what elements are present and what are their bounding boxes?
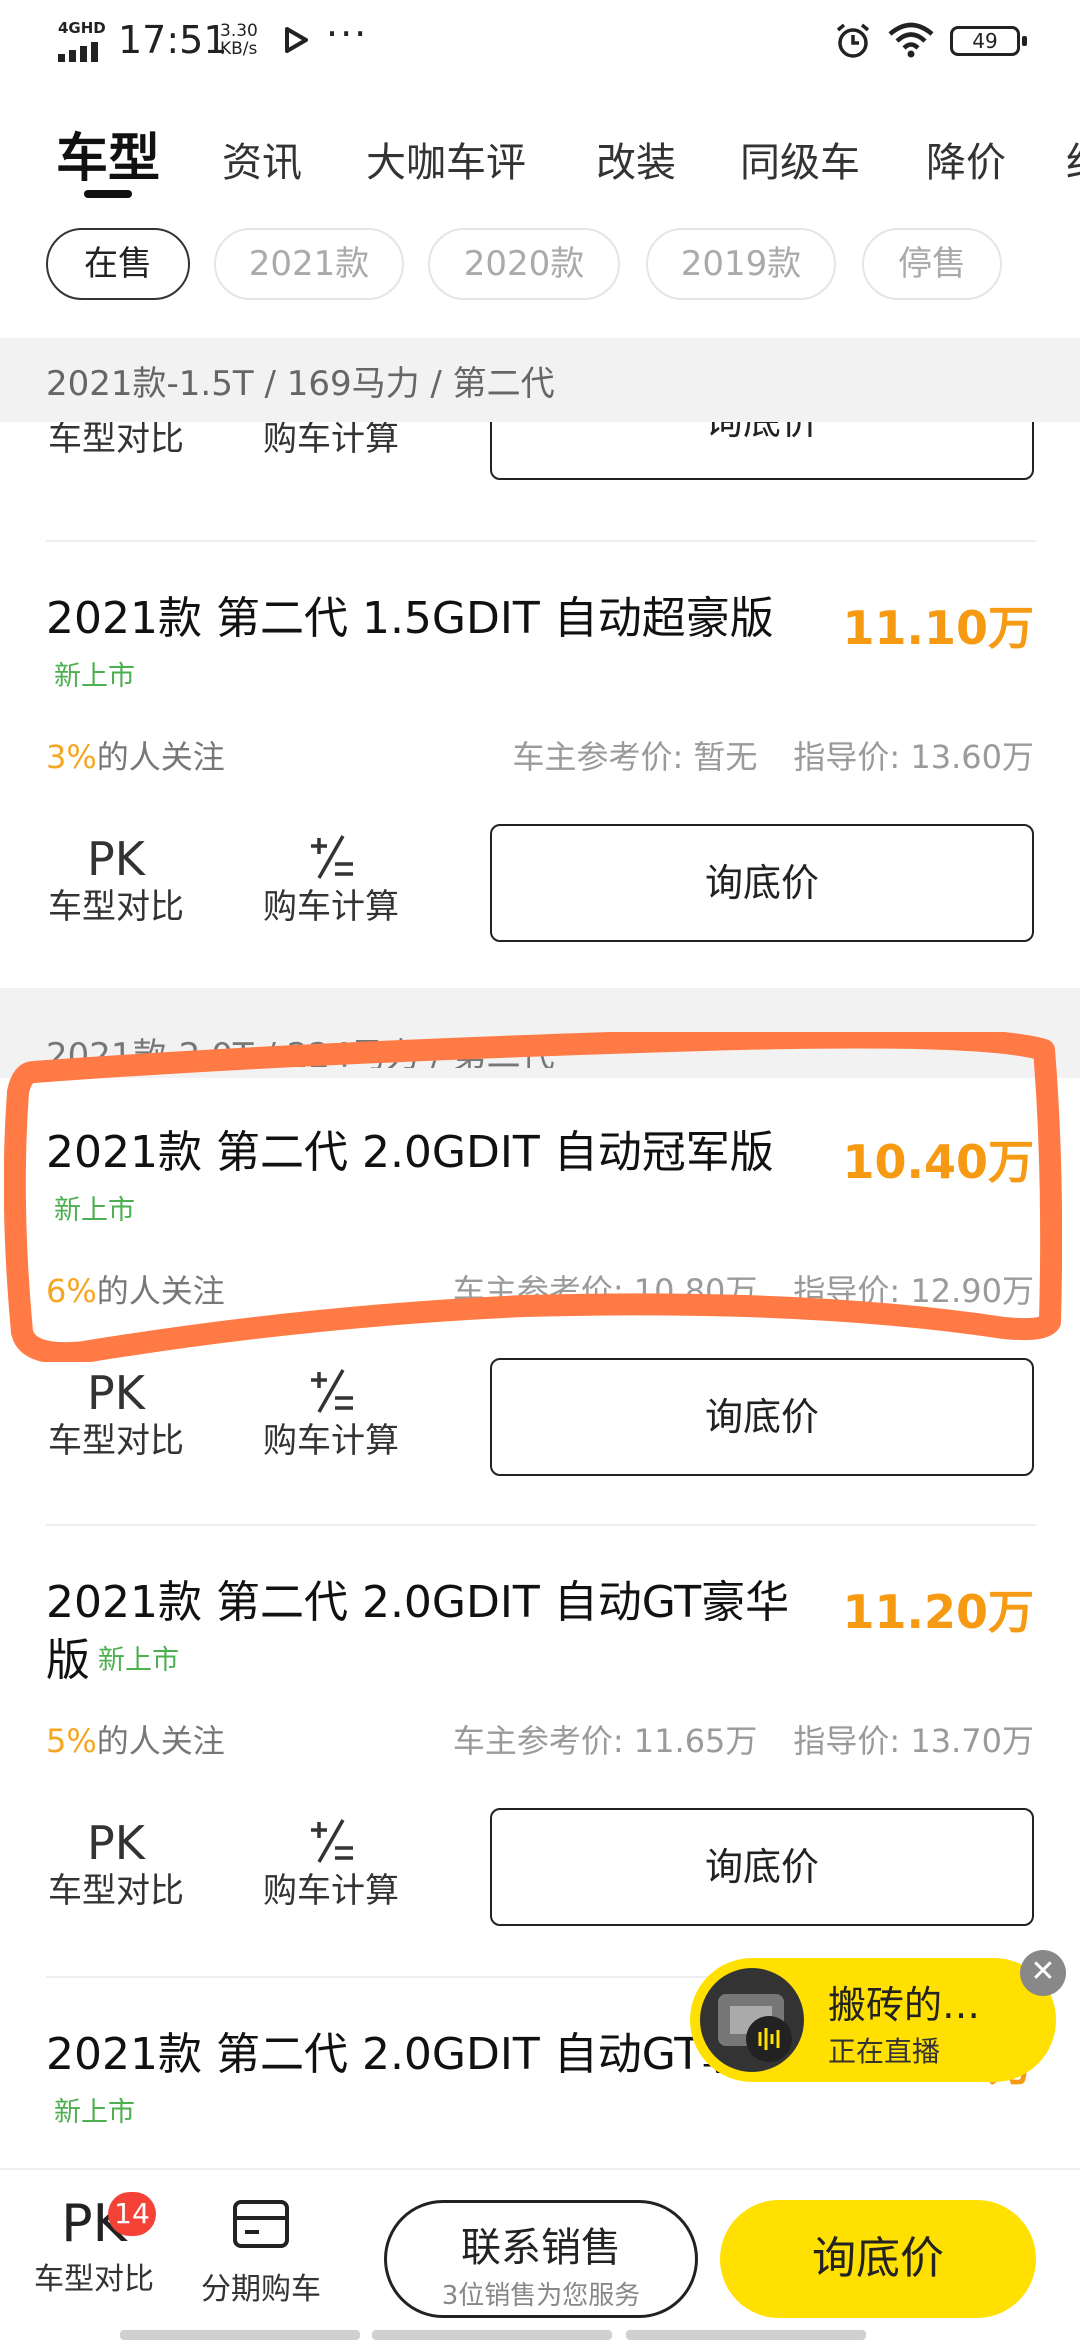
- tab-news[interactable]: 资讯: [222, 130, 302, 188]
- signal-icon: [58, 40, 106, 62]
- filter-discontinued[interactable]: 停售: [862, 228, 1002, 300]
- reference-prices: 车主参考价: 11.65万 指导价: 13.70万: [453, 1716, 1034, 1762]
- card-icon: [233, 2200, 289, 2248]
- more-notifications-icon: ···: [326, 12, 369, 56]
- guide-price: 指导价: 13.60万: [793, 738, 1034, 776]
- pk-label: 车型对比: [48, 887, 184, 927]
- new-badge: 新上市: [98, 1645, 179, 1676]
- dealer-price: 11.20万: [842, 1585, 1034, 1639]
- calculator-label: 购车计算: [263, 887, 399, 927]
- ask-price-button[interactable]: 询底价: [490, 1358, 1034, 1476]
- new-badge: 新上市: [54, 661, 135, 692]
- pk-compare-button[interactable]: PK 车型对比: [46, 1816, 186, 1912]
- pk-icon: PK: [87, 832, 145, 886]
- model-title[interactable]: 2021款 第二代 2.0GDIT 自动GT豪华版 新上市: [46, 1574, 806, 1690]
- divider: [46, 540, 1036, 542]
- attention-suffix: 的人关注: [96, 738, 225, 776]
- clock: 17:51: [118, 18, 228, 62]
- model-title[interactable]: 2021款 第二代 1.5GDIT 自动超豪版新上市: [46, 590, 806, 706]
- divider: [46, 1524, 1036, 1526]
- calculator-label: 购车计算: [263, 422, 399, 459]
- guide-price: 指导价: 13.70万: [793, 1722, 1034, 1760]
- ask-price-button[interactable]: 询底价: [490, 422, 1034, 480]
- contact-sales-subtitle: 3位销售为您服务: [441, 2281, 641, 2311]
- gesture-bar: [120, 2330, 360, 2340]
- category-tabs: 车型 资讯 大咖车评 改装 同级车 降价 红: [0, 110, 1080, 210]
- close-icon[interactable]: ✕: [1020, 1950, 1066, 1996]
- calculator-label: 购车计算: [263, 1871, 399, 1911]
- network-type: 4GHD: [58, 19, 106, 37]
- contact-sales-button[interactable]: 联系销售 3位销售为您服务: [384, 2200, 698, 2318]
- ask-price-button[interactable]: 询底价: [490, 824, 1034, 942]
- filter-on-sale[interactable]: 在售: [46, 228, 190, 300]
- model-name: 2021款 第二代 2.0GDIT 自动GT擎版: [46, 2029, 790, 2080]
- tab-modification[interactable]: 改装: [596, 130, 676, 188]
- installment-label: 分期购车: [201, 2272, 321, 2307]
- tab-more[interactable]: 红: [1066, 130, 1080, 188]
- reference-prices: 车主参考价: 暂无 指导价: 13.60万: [512, 732, 1034, 778]
- attention-percent: 5%: [46, 1722, 97, 1760]
- price-calculator-button[interactable]: 购车计算: [256, 422, 406, 460]
- pk-compare-button[interactable]: 车型对比: [46, 422, 186, 460]
- speed-unit: KB/s: [220, 39, 258, 59]
- active-tab-indicator: [84, 190, 132, 198]
- filter-2019[interactable]: 2019款: [646, 228, 836, 300]
- compare-label: 车型对比: [34, 2262, 154, 2297]
- speed-value: 3.30: [220, 21, 258, 41]
- status-bar: 4GHD 17:51 3.30 KB/s ··· 49: [0, 0, 1080, 86]
- play-icon: [285, 27, 308, 53]
- pk-label: 车型对比: [48, 1871, 184, 1911]
- pk-icon: PK: [87, 1366, 145, 1420]
- filter-2021[interactable]: 2021款: [214, 228, 404, 300]
- model-name: 2021款 第二代 1.5GDIT 自动超豪版: [46, 593, 774, 644]
- pk-compare-button[interactable]: PK 车型对比: [46, 1366, 186, 1462]
- audio-wave-icon: [746, 2016, 792, 2062]
- gesture-bar: [372, 2330, 612, 2340]
- calculator-icon: [256, 1816, 406, 1870]
- highlight-annotation: [4, 1032, 1062, 1362]
- calculator-icon: [256, 1366, 406, 1420]
- attention-rate: 5%的人关注: [46, 1716, 225, 1762]
- calculator-label: 购车计算: [263, 1421, 399, 1461]
- attention-percent: 3%: [46, 738, 97, 776]
- price-calculator-button[interactable]: 购车计算: [256, 1816, 406, 1912]
- installment-button[interactable]: 分期购车: [186, 2194, 336, 2308]
- alarm-icon: [836, 23, 870, 58]
- contact-sales-title: 联系销售: [461, 2225, 621, 2271]
- new-badge: 新上市: [54, 2097, 135, 2128]
- owner-reference-price: 车主参考价: 11.65万: [452, 1722, 758, 1760]
- tab-models[interactable]: 车型: [56, 116, 160, 191]
- pk-compare-button[interactable]: PK 车型对比: [46, 832, 186, 928]
- wifi-icon: [888, 22, 934, 58]
- calculator-icon: [256, 832, 406, 886]
- tab-expert-reviews[interactable]: 大咖车评: [366, 130, 526, 188]
- pk-icon: PK: [87, 1816, 145, 1870]
- net-speed: 3.30 KB/s: [220, 22, 258, 58]
- ask-lowest-price-button[interactable]: 询底价: [720, 2200, 1036, 2318]
- dealer-price: 11.10万: [842, 601, 1034, 655]
- tab-price-drop[interactable]: 降价: [926, 130, 1006, 188]
- battery-indicator: 49: [950, 26, 1020, 56]
- price-calculator-button[interactable]: 购车计算: [256, 832, 406, 928]
- live-host-name: 搬砖的…: [828, 1983, 981, 2027]
- ask-price-button[interactable]: 询底价: [490, 1808, 1034, 1926]
- price-calculator-button[interactable]: 购车计算: [256, 1366, 406, 1462]
- attention-rate: 3%的人关注: [46, 732, 225, 778]
- owner-reference-price: 车主参考价: 暂无: [512, 738, 758, 776]
- gesture-bar: [626, 2330, 866, 2340]
- pk-label: 车型对比: [48, 1421, 184, 1461]
- battery-tip: [1022, 36, 1027, 46]
- live-stream-bubble[interactable]: 搬砖的… 正在直播: [690, 1958, 1056, 2082]
- pk-label: 车型对比: [48, 422, 184, 459]
- live-status: 正在直播: [828, 2035, 941, 2068]
- model-title[interactable]: 2021款 第二代 2.0GDIT 自动GT擎版新上市: [46, 2026, 806, 2142]
- filter-2020[interactable]: 2020款: [428, 228, 620, 300]
- bottom-action-bar: PK 车型对比 14 分期购车 联系销售 3位销售为您服务 询底价: [0, 2168, 1080, 2342]
- attention-suffix: 的人关注: [96, 1722, 225, 1760]
- tab-same-class[interactable]: 同级车: [740, 130, 860, 188]
- spec-group-label: 2021款-1.5T / 169马力 / 第二代: [46, 364, 555, 404]
- spec-group-header: 2021款-1.5T / 169马力 / 第二代: [0, 338, 1080, 422]
- compare-count-badge: 14: [108, 2192, 156, 2236]
